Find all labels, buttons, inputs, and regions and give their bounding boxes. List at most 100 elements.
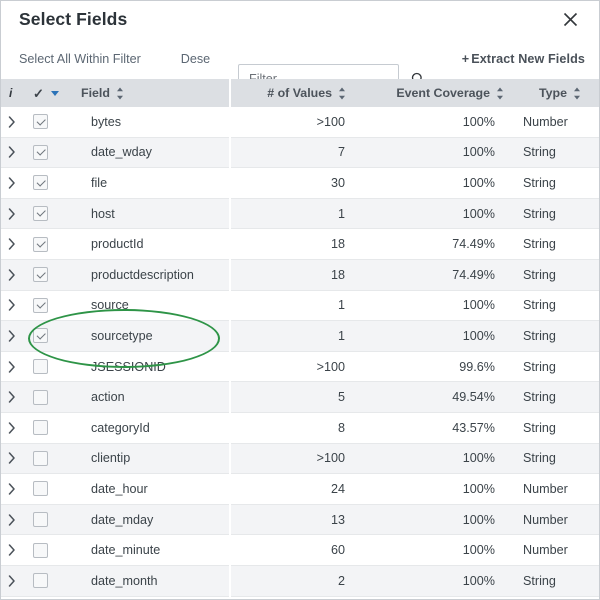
extract-new-fields-button[interactable]: +Extract New Fields bbox=[462, 52, 585, 66]
row-checkbox-cell[interactable] bbox=[23, 451, 81, 466]
chevron-down-icon[interactable] bbox=[51, 91, 59, 96]
sort-icon[interactable] bbox=[573, 87, 581, 100]
select-all-within-filter-button[interactable]: Select All Within Filter bbox=[19, 52, 141, 66]
row-checkbox-cell[interactable] bbox=[23, 573, 81, 588]
row-checkbox-cell[interactable] bbox=[23, 420, 81, 435]
table-row[interactable]: date_mday13100%Number bbox=[1, 505, 600, 536]
expand-row-icon[interactable] bbox=[1, 330, 23, 342]
row-checkbox-cell[interactable] bbox=[23, 206, 81, 221]
sort-icon[interactable] bbox=[496, 87, 504, 100]
type-cell: String bbox=[514, 298, 600, 312]
column-header-type[interactable]: Type bbox=[531, 79, 600, 107]
row-checkbox-cell[interactable] bbox=[23, 328, 81, 343]
table-row[interactable]: JSESSIONID>10099.6%String bbox=[1, 352, 600, 383]
expand-row-icon[interactable] bbox=[1, 146, 23, 158]
column-header-values-label: # of Values bbox=[267, 86, 332, 100]
coverage-cell: 100% bbox=[376, 513, 501, 527]
expand-row-icon[interactable] bbox=[1, 208, 23, 220]
row-checkbox-cell[interactable] bbox=[23, 359, 81, 374]
coverage-cell: 100% bbox=[376, 145, 501, 159]
table-row[interactable]: date_minute60100%Number bbox=[1, 535, 600, 566]
sort-icon[interactable] bbox=[338, 87, 346, 100]
row-right-pane: >100100%String bbox=[231, 444, 600, 475]
table-row[interactable] bbox=[1, 597, 600, 600]
row-left-pane: productId bbox=[1, 229, 229, 260]
column-header-field[interactable]: Field bbox=[81, 79, 229, 107]
row-checkbox-cell[interactable] bbox=[23, 298, 81, 313]
row-checkbox[interactable] bbox=[33, 573, 48, 588]
type-cell: String bbox=[514, 176, 600, 190]
column-header-coverage[interactable]: Event Coverage bbox=[376, 79, 509, 107]
row-checkbox[interactable] bbox=[33, 267, 48, 282]
row-checkbox[interactable] bbox=[33, 420, 48, 435]
expand-row-icon[interactable] bbox=[1, 483, 23, 495]
expand-row-icon[interactable] bbox=[1, 177, 23, 189]
expand-row-icon[interactable] bbox=[1, 238, 23, 250]
table-row[interactable]: productdescription1874.49%String bbox=[1, 260, 600, 291]
row-checkbox[interactable] bbox=[33, 298, 48, 313]
row-left-pane: date_month bbox=[1, 566, 229, 597]
values-count-cell: 24 bbox=[231, 482, 351, 496]
row-checkbox-cell[interactable] bbox=[23, 543, 81, 558]
values-count-cell: 7 bbox=[231, 145, 351, 159]
table-body: bytes>100100%Numberdate_wday7100%Stringf… bbox=[1, 107, 600, 600]
info-icon[interactable]: i bbox=[1, 79, 23, 107]
select-all-checkbox-header[interactable]: ✓ bbox=[23, 79, 81, 107]
column-header-values[interactable]: # of Values bbox=[231, 79, 351, 107]
row-checkbox[interactable] bbox=[33, 390, 48, 405]
close-icon[interactable] bbox=[557, 7, 583, 33]
expand-row-icon[interactable] bbox=[1, 452, 23, 464]
row-right-pane: 30100%String bbox=[231, 168, 600, 199]
table-row[interactable]: categoryId843.57%String bbox=[1, 413, 600, 444]
extract-new-fields-label: Extract New Fields bbox=[471, 52, 585, 66]
row-checkbox[interactable] bbox=[33, 512, 48, 527]
expand-row-icon[interactable] bbox=[1, 544, 23, 556]
expand-row-icon[interactable] bbox=[1, 116, 23, 128]
values-count-cell: >100 bbox=[231, 115, 351, 129]
row-checkbox-cell[interactable] bbox=[23, 114, 81, 129]
dialog-toolbar: Select All Within Filter Dese +Extract N… bbox=[1, 38, 599, 79]
coverage-cell: 74.49% bbox=[376, 237, 501, 251]
row-checkbox-cell[interactable] bbox=[23, 390, 81, 405]
expand-row-icon[interactable] bbox=[1, 299, 23, 311]
row-checkbox[interactable] bbox=[33, 145, 48, 160]
row-checkbox[interactable] bbox=[33, 114, 48, 129]
expand-row-icon[interactable] bbox=[1, 422, 23, 434]
table-row[interactable]: action549.54%String bbox=[1, 382, 600, 413]
row-checkbox[interactable] bbox=[33, 451, 48, 466]
sort-icon[interactable] bbox=[116, 87, 124, 100]
row-checkbox[interactable] bbox=[33, 206, 48, 221]
row-checkbox[interactable] bbox=[33, 481, 48, 496]
table-row[interactable]: productId1874.49%String bbox=[1, 229, 600, 260]
expand-row-icon[interactable] bbox=[1, 391, 23, 403]
expand-row-icon[interactable] bbox=[1, 361, 23, 373]
row-right-pane: 24100%Number bbox=[231, 474, 600, 505]
page-title: Select Fields bbox=[19, 9, 557, 30]
row-checkbox[interactable] bbox=[33, 328, 48, 343]
row-checkbox-cell[interactable] bbox=[23, 237, 81, 252]
field-name-cell: file bbox=[81, 176, 229, 190]
row-checkbox[interactable] bbox=[33, 237, 48, 252]
row-checkbox-cell[interactable] bbox=[23, 267, 81, 282]
table-row[interactable]: clientip>100100%String bbox=[1, 444, 600, 475]
row-checkbox-cell[interactable] bbox=[23, 512, 81, 527]
expand-row-icon[interactable] bbox=[1, 514, 23, 526]
table-row[interactable]: source1100%String bbox=[1, 291, 600, 322]
deselect-all-button[interactable]: Dese bbox=[181, 52, 215, 66]
table-row[interactable]: sourcetype1100%String bbox=[1, 321, 600, 352]
row-checkbox-cell[interactable] bbox=[23, 175, 81, 190]
expand-row-icon[interactable] bbox=[1, 575, 23, 587]
table-row[interactable]: date_wday7100%String bbox=[1, 138, 600, 169]
table-row[interactable]: date_hour24100%Number bbox=[1, 474, 600, 505]
row-checkbox[interactable] bbox=[33, 175, 48, 190]
row-checkbox-cell[interactable] bbox=[23, 481, 81, 496]
row-checkbox-cell[interactable] bbox=[23, 145, 81, 160]
table-row[interactable]: bytes>100100%Number bbox=[1, 107, 600, 138]
table-row[interactable]: date_month2100%String bbox=[1, 566, 600, 597]
row-checkbox[interactable] bbox=[33, 543, 48, 558]
table-row[interactable]: file30100%String bbox=[1, 168, 600, 199]
type-cell: String bbox=[514, 360, 600, 374]
expand-row-icon[interactable] bbox=[1, 269, 23, 281]
table-row[interactable]: host1100%String bbox=[1, 199, 600, 230]
row-checkbox[interactable] bbox=[33, 359, 48, 374]
